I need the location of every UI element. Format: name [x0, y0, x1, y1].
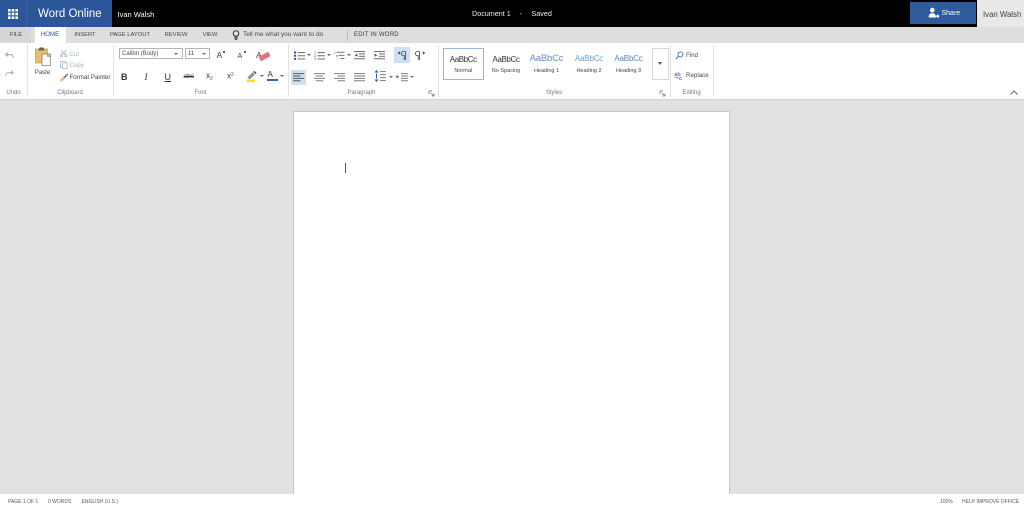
- svg-text:i: i: [338, 57, 339, 60]
- svg-text:3: 3: [314, 57, 316, 60]
- svg-text:c: c: [679, 75, 682, 79]
